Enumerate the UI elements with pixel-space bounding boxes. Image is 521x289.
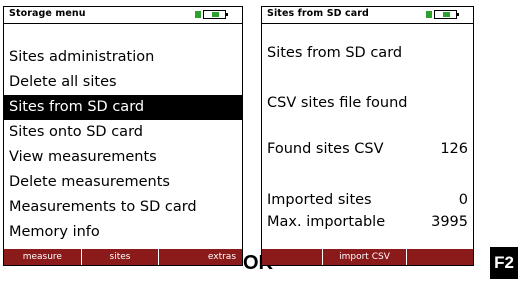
found-sites-label: Found sites CSV [267,141,384,157]
menu-item-delete-measurements[interactable]: Delete measurements [4,170,242,195]
found-sites-value: 126 [440,141,468,157]
softkey-left-empty [262,249,323,265]
screen-title: Storage menu [9,8,86,19]
f2-key[interactable]: F2 [490,247,518,279]
menu-item-sites-administration[interactable]: Sites administration [4,45,242,70]
imported-sites-label: Imported sites [267,192,372,208]
content-heading: Sites from SD card [267,45,403,61]
max-importable-value: 3995 [431,214,468,230]
menu-item-delete-all-sites[interactable]: Delete all sites [4,70,242,95]
sites-from-sd-card-screen: Sites from SD card Sites from SD card CS… [261,6,474,266]
battery-icon [434,10,459,19]
battery-icon [203,10,228,19]
max-importable-row: Max. importable 3995 [267,214,468,230]
storage-menu-screen: Storage menu Sites administration Delete… [3,6,243,266]
softkey-sites[interactable]: sites [82,249,160,265]
imported-sites-row: Imported sites 0 [267,192,468,208]
screen-title: Sites from SD card [267,8,369,19]
menu-item-measurements-to-sd-card[interactable]: Measurements to SD card [4,195,242,220]
softkey-extras[interactable]: extras [159,249,242,265]
storage-menu-list: Sites administration Delete all sites Si… [4,45,242,245]
softkey-bar: measure sites extras [4,249,242,265]
power-plug-icon [195,11,201,18]
menu-item-view-measurements[interactable]: View measurements [4,145,242,170]
max-importable-label: Max. importable [267,214,386,230]
softkey-measure[interactable]: measure [4,249,82,265]
softkey-import-csv[interactable]: import CSV [323,249,408,265]
title-bar: Storage menu [4,7,242,24]
power-plug-icon [426,11,432,18]
found-sites-row: Found sites CSV 126 [267,141,468,157]
softkey-right-empty [407,249,473,265]
title-bar: Sites from SD card [262,7,473,24]
softkey-bar: import CSV [262,249,473,265]
menu-item-sites-from-sd-card[interactable]: Sites from SD card [4,95,242,120]
menu-item-sites-onto-sd-card[interactable]: Sites onto SD card [4,120,242,145]
imported-sites-value: 0 [458,192,468,208]
menu-item-memory-info[interactable]: Memory info [4,220,242,245]
csv-status-text: CSV sites file found [267,95,408,111]
